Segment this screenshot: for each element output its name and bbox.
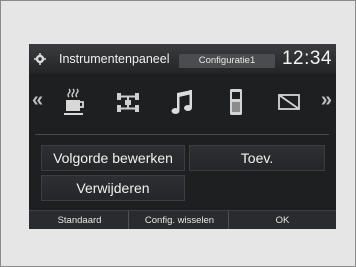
music-note-icon[interactable] (165, 86, 199, 118)
drivetrain-icon[interactable] (111, 86, 145, 118)
reorder-button[interactable]: Volgorde bewerken (41, 145, 185, 171)
chevron-right-icon[interactable]: » (321, 89, 332, 112)
clock: 12:34 (281, 48, 332, 69)
ok-button[interactable]: OK (231, 211, 334, 229)
phone-icon[interactable] (219, 86, 253, 118)
icon-carousel: « » (29, 77, 336, 127)
add-button[interactable]: Toev. (189, 145, 325, 171)
configuration-selector[interactable]: Configuratie1 (179, 54, 275, 68)
no-display-icon[interactable] (272, 86, 306, 118)
page-title: Instrumentenpaneel (59, 52, 170, 66)
coffee-cup-icon[interactable] (56, 86, 90, 118)
instrument-panel-screen: Instrumentenpaneel Configuratie1 12:34 « (29, 44, 336, 229)
default-button[interactable]: Standaard (31, 211, 129, 229)
delete-button[interactable]: Verwijderen (41, 175, 185, 201)
switch-config-button[interactable]: Config. wisselen (131, 211, 229, 229)
header-bar: Instrumentenpaneel Configuratie1 12:34 (29, 44, 336, 74)
footer-bar: Standaard Config. wisselen OK (29, 210, 336, 229)
divider (35, 134, 329, 135)
gear-icon[interactable] (34, 53, 46, 65)
chevron-left-icon[interactable]: « (32, 89, 43, 112)
figure-frame: Instrumentenpaneel Configuratie1 12:34 « (0, 0, 356, 267)
